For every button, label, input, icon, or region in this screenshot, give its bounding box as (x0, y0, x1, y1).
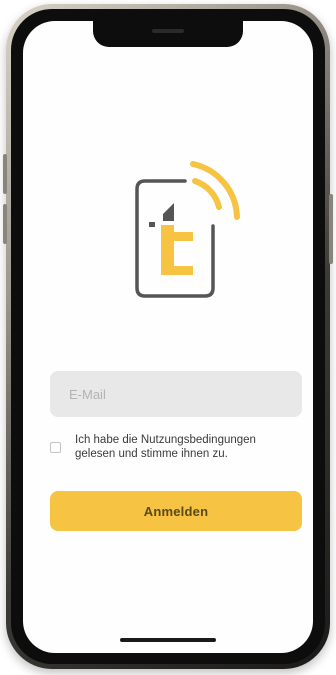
app-screen: Ich habe die Nutzungsbedingungen gelesen… (23, 21, 313, 653)
email-field[interactable] (50, 371, 302, 417)
speaker-grille (152, 29, 184, 33)
terms-label[interactable]: Ich habe die Nutzungsbedingungen gelesen… (75, 433, 290, 461)
login-button[interactable]: Anmelden (50, 491, 302, 531)
side-button (3, 204, 7, 244)
side-button (3, 154, 7, 194)
terms-checkbox[interactable] (50, 442, 61, 453)
side-button (329, 194, 333, 264)
app-logo-icon (135, 161, 240, 298)
home-indicator (120, 638, 216, 642)
phone-notch (93, 21, 243, 47)
device-mockup: Ich habe die Nutzungsbedingungen gelesen… (0, 0, 336, 675)
